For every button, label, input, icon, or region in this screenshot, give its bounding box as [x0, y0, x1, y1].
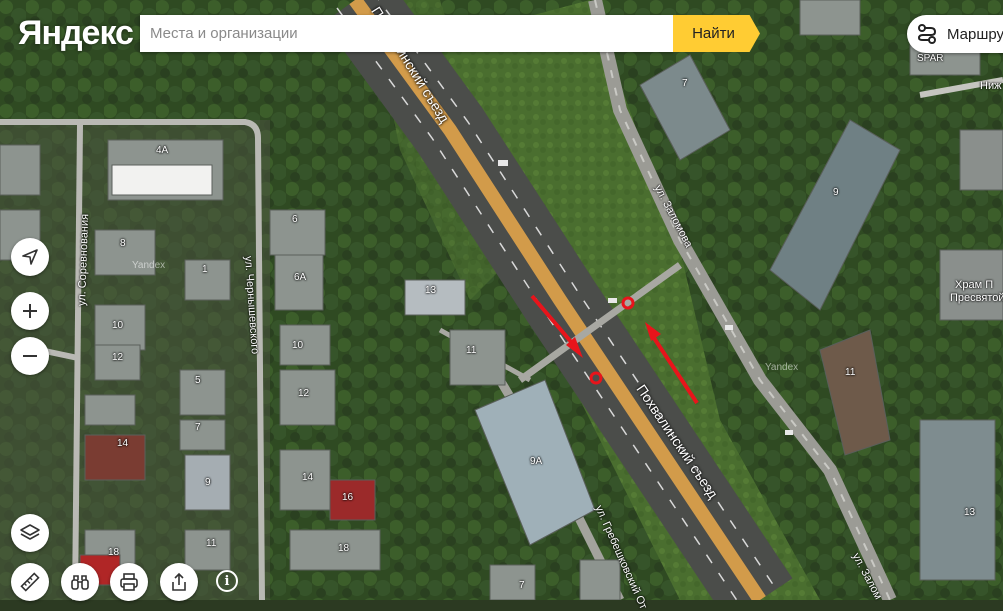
share-button[interactable] — [160, 563, 198, 601]
navigate-button[interactable] — [11, 238, 49, 276]
ruler-button[interactable] — [11, 563, 49, 601]
route-icon — [907, 23, 947, 45]
layers-button[interactable] — [11, 514, 49, 552]
zoom-in-button[interactable] — [11, 292, 49, 330]
share-icon — [172, 572, 186, 591]
plus-icon — [23, 304, 37, 318]
find-button[interactable]: Найти — [673, 15, 760, 52]
binoculars-icon — [71, 575, 89, 590]
panorama-button[interactable] — [61, 563, 99, 601]
minus-icon — [23, 355, 37, 357]
red-marker — [589, 371, 603, 385]
ruler-icon — [20, 572, 40, 592]
red-arrow-down — [530, 294, 583, 358]
yandex-logo[interactable]: Яндекс — [18, 14, 134, 53]
red-arrow-up — [645, 322, 699, 405]
search-input[interactable] — [140, 15, 673, 52]
printer-icon — [120, 573, 138, 591]
layers-icon — [20, 524, 40, 540]
zoom-out-button[interactable] — [11, 337, 49, 375]
red-marker — [621, 296, 635, 310]
route-label: Маршру — [947, 25, 1003, 43]
print-button[interactable] — [110, 563, 148, 601]
annotation-layer — [530, 294, 699, 405]
navigation-arrow-icon — [22, 249, 38, 265]
info-button[interactable]: i — [216, 570, 238, 592]
route-button[interactable]: Маршру — [907, 15, 1003, 53]
